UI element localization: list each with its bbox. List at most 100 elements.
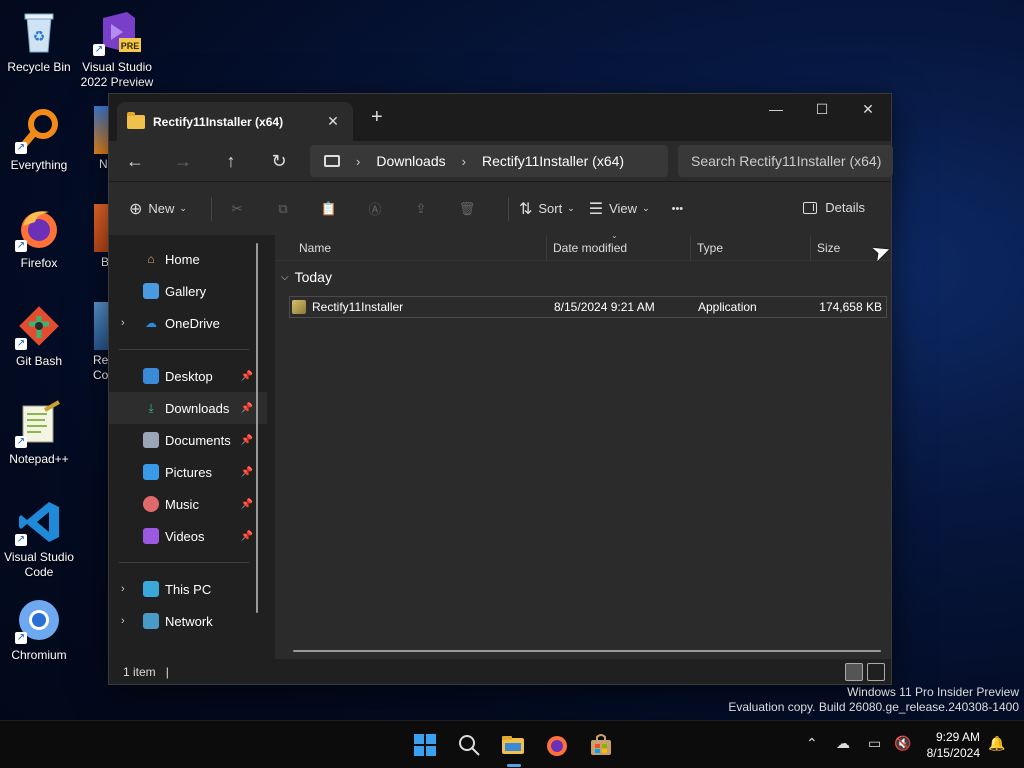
- item-count: 1 item: [123, 664, 156, 679]
- copy-button[interactable]: ⧉: [268, 201, 298, 217]
- chevron-right-icon[interactable]: ›: [356, 154, 360, 169]
- search-input[interactable]: Search Rectify11Installer (x64): [678, 145, 893, 177]
- navigation-pane: ⌂ Home Gallery › ☁ OneDrive Desktop 📌 ⤓ …: [109, 235, 267, 660]
- partial-desktop-icon[interactable]: [94, 302, 108, 350]
- file-explorer-taskbar-button[interactable]: [501, 733, 525, 757]
- breadcrumb-downloads[interactable]: Downloads: [376, 153, 445, 169]
- sidebar-item-label: Gallery: [165, 283, 207, 299]
- tiles-view-icon[interactable]: [867, 663, 885, 681]
- music-icon: [143, 496, 159, 512]
- desktop-icon-git-bash[interactable]: ↗ Git Bash: [0, 302, 78, 369]
- details-view-icon[interactable]: [845, 663, 863, 681]
- forward-button[interactable]: →: [159, 151, 207, 172]
- view-label: View: [609, 201, 638, 216]
- more-options-button[interactable]: •••: [672, 203, 684, 215]
- new-button[interactable]: ⊕ New ⌄: [129, 199, 187, 219]
- sidebar-item-downloads[interactable]: ⤓ Downloads 📌: [109, 392, 267, 424]
- desktop-icon-label: Visual Studio 2022 Preview: [80, 60, 154, 89]
- desktop-icon-notepad-plus-plus[interactable]: ↗ Notepad++: [0, 400, 78, 467]
- paste-button[interactable]: 📋: [314, 201, 344, 217]
- explorer-body: ⌂ Home Gallery › ☁ OneDrive Desktop 📌 ⤓ …: [109, 231, 891, 660]
- chevron-right-icon[interactable]: ›: [121, 583, 125, 595]
- file-row[interactable]: Rectify11Installer 8/15/2024 9:21 AM App…: [289, 296, 887, 318]
- sidebar-item-label: Videos: [165, 528, 205, 544]
- up-button[interactable]: ↑: [207, 151, 255, 172]
- minimize-button[interactable]: —: [753, 94, 799, 124]
- details-button[interactable]: Details: [803, 200, 865, 215]
- desktop-icon-visual-studio-code[interactable]: ↗ Visual Studio Code: [0, 498, 78, 580]
- title-bar[interactable]: Rectify11Installer (x64) ✕ + — ☐ ✕: [109, 94, 891, 141]
- volume-muted-icon[interactable]: 🔇: [894, 735, 911, 752]
- pin-icon[interactable]: 📌: [241, 403, 253, 414]
- column-header-name[interactable]: Name: [275, 234, 547, 261]
- search-button[interactable]: [457, 733, 481, 757]
- close-tab-icon[interactable]: ✕: [323, 113, 343, 130]
- chevron-right-icon[interactable]: ›: [121, 317, 125, 329]
- sidebar-item-desktop[interactable]: Desktop 📌: [109, 360, 267, 392]
- pin-icon[interactable]: 📌: [241, 435, 253, 446]
- notifications-bell-icon[interactable]: 🔔: [988, 735, 1005, 752]
- cloud-offline-icon[interactable]: ☁: [836, 735, 850, 752]
- sidebar-item-videos[interactable]: Videos 📌: [109, 520, 267, 552]
- share-button[interactable]: ⇪: [406, 201, 436, 217]
- delete-button[interactable]: 🗑: [452, 201, 482, 217]
- new-tab-button[interactable]: +: [371, 106, 383, 129]
- store-taskbar-button[interactable]: [589, 733, 613, 757]
- sort-label: Sort: [538, 201, 563, 216]
- partial-desktop-icon[interactable]: [94, 204, 108, 252]
- visual-studio-preview-icon: PRE ↗: [93, 8, 141, 56]
- chevron-right-icon[interactable]: ›: [462, 154, 466, 169]
- refresh-button[interactable]: ↻: [255, 151, 303, 172]
- partial-desktop-icon[interactable]: [94, 106, 108, 154]
- file-explorer-window[interactable]: Rectify11Installer (x64) ✕ + — ☐ ✕ ← → ↑…: [108, 93, 893, 685]
- shortcut-arrow-icon: ↗: [15, 338, 27, 350]
- desktop-icon-chromium[interactable]: ↗ Chromium: [0, 596, 78, 663]
- column-header-type[interactable]: Type: [691, 234, 811, 261]
- view-button[interactable]: ☰ View ⌄: [589, 199, 650, 219]
- close-window-button[interactable]: ✕: [845, 94, 891, 124]
- status-divider: |: [165, 664, 169, 679]
- desktop-icon-recycle-bin[interactable]: ♻ Recycle Bin: [0, 8, 78, 75]
- sidebar-item-pictures[interactable]: Pictures 📌: [109, 456, 267, 488]
- group-header-today[interactable]: ⌵ Today: [281, 269, 891, 285]
- sidebar-item-music[interactable]: Music 📌: [109, 488, 267, 520]
- sidebar-item-this-pc[interactable]: › This PC: [109, 573, 267, 605]
- pin-icon[interactable]: 📌: [241, 467, 253, 478]
- sidebar-item-gallery[interactable]: Gallery: [109, 275, 267, 307]
- maximize-button[interactable]: ☐: [799, 94, 845, 124]
- firefox-taskbar-button[interactable]: [545, 733, 569, 757]
- column-header-date[interactable]: ⌄ Date modified: [547, 231, 691, 261]
- tab-rectify11installer[interactable]: Rectify11Installer (x64) ✕: [117, 102, 353, 141]
- desktop-icon-label: Visual Studio Code: [4, 550, 74, 579]
- sidebar-item-label: Downloads: [165, 400, 230, 416]
- desktop-icon-label: Firefox: [20, 256, 58, 270]
- start-button[interactable]: [413, 733, 437, 757]
- back-button[interactable]: ←: [111, 151, 159, 172]
- sort-button[interactable]: ⇅ Sort ⌄: [519, 199, 575, 219]
- desktop-icon-everything[interactable]: ↗ Everything: [0, 106, 78, 173]
- chevron-right-icon[interactable]: ›: [121, 615, 125, 627]
- rename-button[interactable]: Ⓐ: [360, 199, 390, 218]
- sidebar-scrollbar[interactable]: [256, 243, 258, 613]
- pin-icon[interactable]: 📌: [241, 371, 253, 382]
- desktop-icon-visual-studio-2022-preview[interactable]: PRE ↗ Visual Studio 2022 Preview: [78, 8, 156, 90]
- breadcrumb-current-folder[interactable]: Rectify11Installer (x64): [482, 153, 624, 169]
- chevron-down-icon: ⌄: [567, 203, 575, 213]
- sidebar-item-documents[interactable]: Documents 📌: [109, 424, 267, 456]
- cut-button[interactable]: ✂: [222, 201, 252, 217]
- sidebar-item-network[interactable]: › Network: [109, 605, 267, 637]
- pin-icon[interactable]: 📌: [241, 499, 253, 510]
- show-hidden-icons-button[interactable]: ⌃: [806, 735, 818, 752]
- visual-studio-code-icon: ↗: [15, 498, 63, 546]
- sidebar-item-home[interactable]: ⌂ Home: [109, 243, 267, 275]
- horizontal-scrollbar[interactable]: [293, 650, 881, 652]
- pin-icon[interactable]: 📌: [241, 531, 253, 542]
- sidebar-item-onedrive[interactable]: › ☁ OneDrive: [109, 307, 267, 339]
- network-status-icon[interactable]: ▭: [868, 735, 881, 752]
- column-date-label: Date modified: [553, 240, 628, 255]
- shortcut-arrow-icon: ↗: [93, 44, 105, 56]
- window-controls: — ☐ ✕: [753, 94, 891, 124]
- desktop-icon-firefox[interactable]: ↗ Firefox: [0, 204, 78, 271]
- address-bar[interactable]: › Downloads › Rectify11Installer (x64): [310, 145, 668, 177]
- clock[interactable]: 9:29 AM 8/15/2024: [927, 729, 980, 761]
